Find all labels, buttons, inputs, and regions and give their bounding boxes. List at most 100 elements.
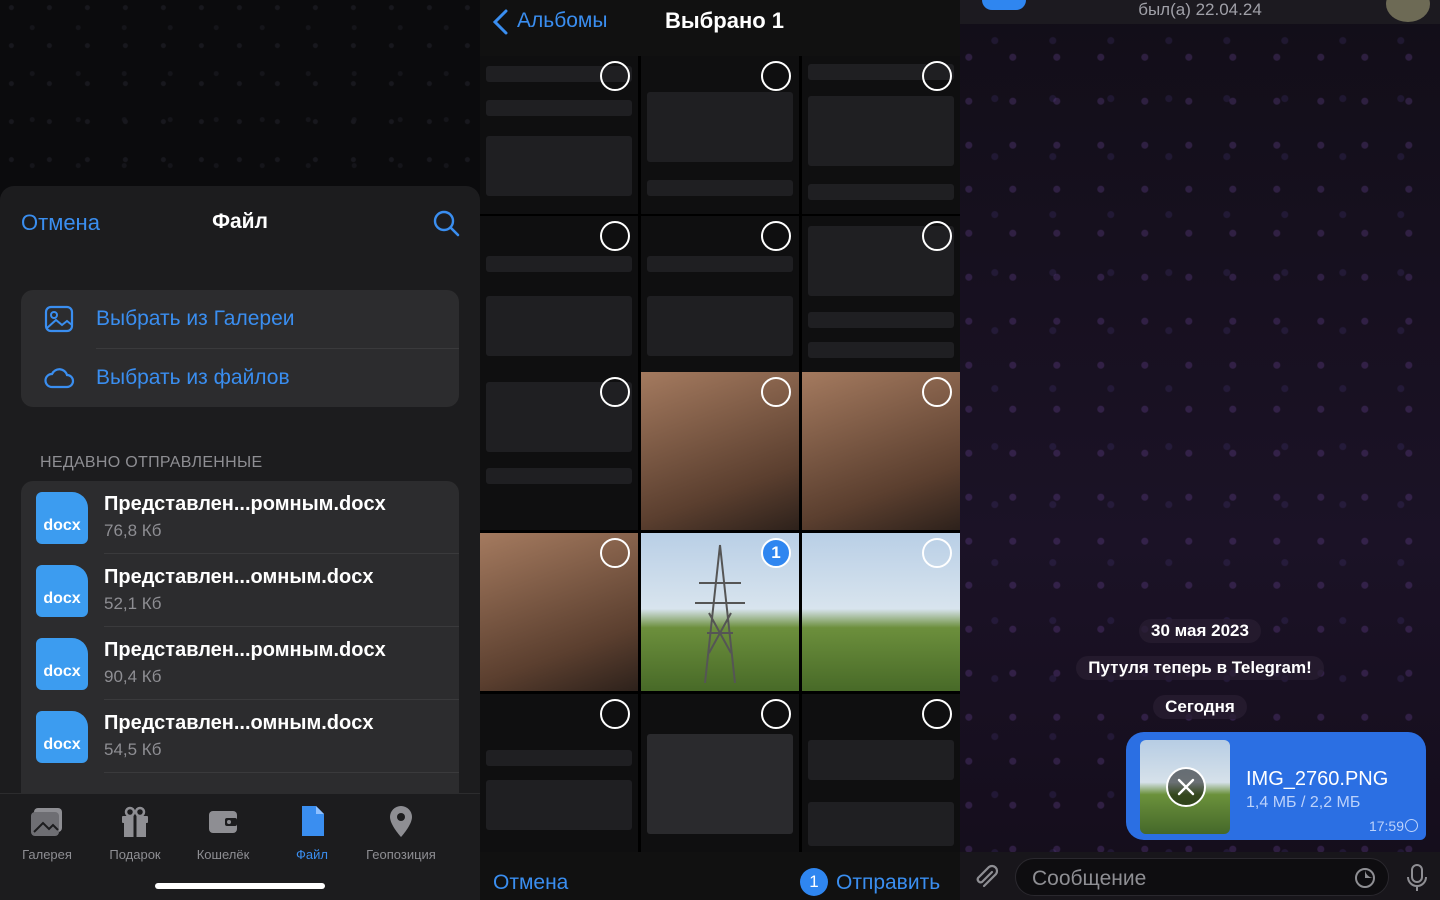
select-circle[interactable]	[761, 221, 791, 251]
sheet-header: Отмена Файл	[0, 186, 480, 260]
photo-thumbnail[interactable]	[480, 216, 638, 374]
image-thumbnail	[1140, 740, 1230, 834]
recent-file-item[interactable]: docx Представлен...ромным.docx 90,4 Кб	[21, 627, 459, 700]
picker-title: Выбрано 1	[665, 8, 785, 33]
wallet-icon	[209, 811, 237, 833]
photo-thumbnail[interactable]	[802, 533, 960, 691]
paperclip-icon[interactable]	[972, 863, 1000, 891]
photo-grid: 1	[480, 56, 960, 852]
file-name: Представлен...ромным.docx	[104, 493, 386, 515]
docx-file-icon: docx	[36, 565, 88, 617]
tab-file[interactable]: Файл	[267, 804, 357, 862]
choose-from-gallery-button[interactable]: Выбрать из Галереи	[21, 290, 459, 348]
select-circle[interactable]	[600, 221, 630, 251]
cancel-button[interactable]: Отмена	[493, 871, 568, 895]
message-composer: Сообщение	[960, 852, 1440, 900]
select-circle[interactable]	[761, 61, 791, 91]
docx-file-icon: docx	[36, 711, 88, 763]
albums-back-button[interactable]: Альбомы	[517, 9, 607, 33]
photo-thumbnail[interactable]	[802, 694, 960, 852]
select-circle[interactable]	[600, 538, 630, 568]
divider	[104, 772, 459, 773]
date-separator: 30 мая 2023	[960, 619, 1440, 643]
recent-file-item[interactable]: docx Представлен...ромным.docx 76,8 Кб	[21, 481, 459, 554]
source-options: Выбрать из Галереи Выбрать из файлов	[21, 290, 459, 407]
file-icon	[302, 806, 324, 836]
photo-picker-panel: Альбомы Выбрано 1 1 Отмена 1 Отправить	[480, 0, 960, 900]
select-circle[interactable]	[600, 699, 630, 729]
date-separator-today: Сегодня	[960, 695, 1440, 719]
photo-thumbnail[interactable]	[480, 372, 638, 530]
photo-thumbnail[interactable]	[641, 216, 799, 374]
select-circle[interactable]	[600, 61, 630, 91]
select-circle[interactable]	[922, 699, 952, 729]
select-circle[interactable]	[761, 699, 791, 729]
picker-header: Альбомы Выбрано 1	[480, 0, 960, 56]
photo-thumbnail[interactable]	[641, 56, 799, 214]
tab-gift[interactable]: Подарок	[90, 804, 180, 862]
power-pylon-photo	[695, 544, 745, 683]
gallery-icon	[31, 808, 62, 836]
outgoing-file-message[interactable]: IMG_2760.PNG 1,4 МБ / 2,2 МБ 17:59	[1126, 732, 1426, 840]
recent-files-list: docx Представлен...ромным.docx 76,8 Кб d…	[21, 481, 459, 811]
select-circle[interactable]	[922, 377, 952, 407]
close-icon	[1177, 778, 1195, 796]
input-placeholder: Сообщение	[1032, 867, 1147, 890]
docx-file-icon: docx	[36, 492, 88, 544]
photo-thumbnail[interactable]	[641, 372, 799, 530]
photo-thumbnail[interactable]	[480, 56, 638, 214]
picker-footer: Отмена 1 Отправить	[480, 852, 960, 900]
photo-thumbnail[interactable]	[480, 533, 638, 691]
file-picker-panel: Отмена Файл Выбрать из Галереи Выбрать и…	[0, 0, 480, 900]
clock-icon	[1405, 819, 1418, 832]
option-label: Выбрать из файлов	[96, 366, 290, 389]
message-time: 17:59	[1368, 818, 1404, 834]
file-name: IMG_2760.PNG	[1246, 768, 1389, 790]
option-label: Выбрать из Галереи	[96, 307, 295, 330]
photo-thumbnail[interactable]	[641, 694, 799, 852]
tab-wallet[interactable]: Кошелёк	[178, 804, 268, 862]
select-circle[interactable]	[922, 221, 952, 251]
file-size: 90,4 Кб	[104, 667, 162, 686]
gift-icon	[122, 806, 148, 837]
sticker-icon[interactable]	[1354, 867, 1376, 889]
upload-progress: 1,4 МБ / 2,2 МБ	[1246, 794, 1361, 811]
sheet-title: Файл	[212, 210, 268, 233]
recent-files-header: НЕДАВНО ОТПРАВЛЕННЫЕ	[40, 454, 263, 471]
choose-from-files-button[interactable]: Выбрать из файлов	[21, 349, 459, 407]
photo-thumbnail[interactable]	[802, 216, 960, 374]
photo-thumbnail[interactable]	[480, 694, 638, 852]
selected-badge[interactable]: 1	[761, 538, 791, 568]
send-button[interactable]: Отправить	[836, 871, 940, 895]
file-size: 52,1 Кб	[104, 594, 162, 613]
location-pin-icon	[390, 806, 412, 837]
photo-thumbnail[interactable]	[802, 372, 960, 530]
select-circle[interactable]	[600, 377, 630, 407]
select-circle[interactable]	[922, 61, 952, 91]
message-input[interactable]: Сообщение	[1015, 858, 1389, 896]
microphone-icon[interactable]	[1406, 863, 1428, 893]
tab-location[interactable]: Геопозиция	[356, 804, 446, 862]
recent-file-item[interactable]: docx Представлен...омным.docx 54,5 Кб	[21, 700, 459, 773]
selected-count-badge: 1	[800, 868, 828, 896]
photo-thumbnail[interactable]	[802, 56, 960, 214]
home-indicator	[155, 883, 325, 889]
cloud-icon	[44, 368, 75, 389]
chat-header: был(а) 22.04.24	[960, 0, 1440, 24]
photo-thumbnail-selected[interactable]: 1	[641, 533, 799, 691]
service-message: Путуля теперь в Telegram!	[960, 656, 1440, 680]
file-size: 76,8 Кб	[104, 521, 162, 540]
file-size: 54,5 Кб	[104, 740, 162, 759]
recent-file-item[interactable]: docx Представлен...омным.docx 52,1 Кб	[21, 554, 459, 627]
search-icon[interactable]	[432, 209, 460, 237]
docx-file-icon: docx	[36, 638, 88, 690]
chat-panel: был(а) 22.04.24 30 мая 2023 Путуля тепер…	[960, 0, 1440, 900]
gallery-icon	[44, 305, 74, 333]
tab-gallery[interactable]: Галерея	[2, 804, 92, 862]
last-seen-status: был(а) 22.04.24	[1138, 0, 1262, 19]
select-circle[interactable]	[761, 377, 791, 407]
chevron-left-icon[interactable]	[490, 9, 510, 35]
cancel-upload-button[interactable]	[1166, 767, 1206, 807]
select-circle[interactable]	[922, 538, 952, 568]
file-name: Представлен...ромным.docx	[104, 639, 386, 661]
